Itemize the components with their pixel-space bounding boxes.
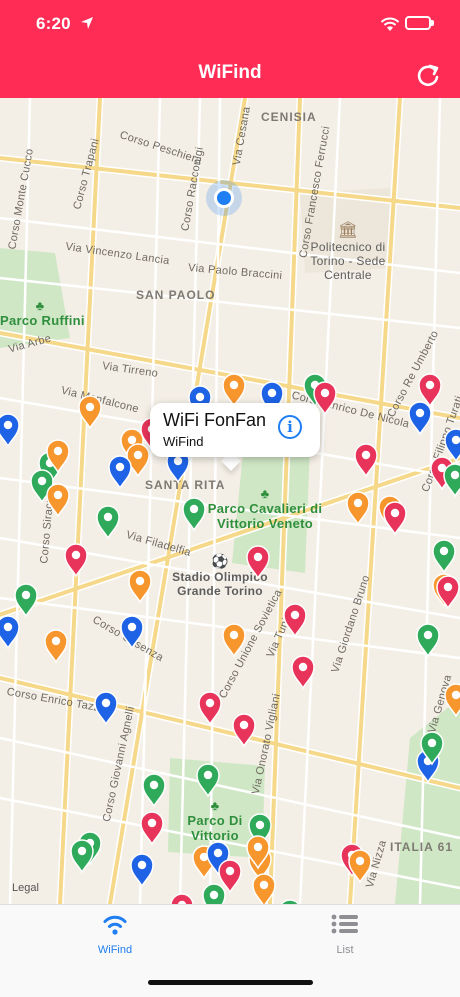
wifi-hotspot-pin[interactable] [444, 683, 460, 718]
wifi-hotspot-pin[interactable] [444, 428, 460, 463]
wifi-hotspot-pin[interactable] [346, 491, 370, 526]
callout-title: WiFi FonFan [163, 410, 267, 430]
pins-layer [0, 373, 460, 904]
legal-link[interactable]: Legal [12, 882, 39, 894]
wifi-hotspot-pin[interactable] [70, 839, 94, 874]
wifi-hotspot-pin[interactable] [198, 691, 222, 726]
status-time: 6:20 [36, 14, 71, 33]
wifi-hotspot-pin[interactable] [408, 401, 432, 436]
wifi-hotspot-pin[interactable] [418, 373, 442, 408]
location-arrow-icon [81, 17, 93, 29]
wifi-hotspot-pin[interactable] [64, 543, 88, 578]
wifi-hotspot-pin[interactable] [130, 853, 154, 888]
wifi-hotspot-pin[interactable] [383, 501, 407, 536]
tab-list[interactable]: List [285, 913, 405, 956]
callout-subtitle: WiFind [163, 434, 204, 449]
wifi-status-icon [380, 17, 400, 31]
wifi-hotspot-pin[interactable] [142, 773, 166, 808]
wifi-hotspot-pin[interactable] [96, 505, 120, 540]
home-indicator [148, 980, 313, 985]
tab-label: WiFind [97, 944, 133, 956]
wifi-hotspot-pin[interactable] [432, 539, 456, 574]
wifi-hotspot-pin[interactable] [140, 811, 164, 846]
wifi-icon [103, 915, 127, 935]
wifi-hotspot-pin[interactable] [252, 873, 276, 904]
wifi-hotspot-pin[interactable] [283, 603, 307, 638]
wifi-hotspot-pin[interactable] [436, 575, 460, 610]
wifi-hotspot-pin[interactable] [128, 569, 152, 604]
tab-wifind[interactable]: WiFind [55, 913, 175, 956]
page-title: WiFind [198, 62, 262, 83]
battery-icon [405, 16, 431, 30]
wifi-hotspot-pin[interactable] [354, 443, 378, 478]
wifi-hotspot-pin[interactable] [246, 545, 270, 580]
wifi-hotspot-pin[interactable] [170, 893, 194, 904]
wifi-hotspot-pin[interactable] [182, 497, 206, 532]
wifi-hotspot-pin[interactable] [232, 713, 256, 748]
list-icon [331, 914, 358, 934]
refresh-icon[interactable] [413, 60, 443, 90]
navigation-bar: 6:20 WiFind [0, 0, 460, 98]
map-view[interactable]: CENISIA SAN PAOLO SANTA RITA ITALIA 61 V… [0, 98, 460, 904]
wifi-callout[interactable]: WiFi FonFan WiFind i [150, 403, 320, 457]
battery-cap [431, 20, 434, 26]
wifi-hotspot-pin[interactable] [196, 763, 220, 798]
wifi-hotspot-pin[interactable] [202, 883, 226, 904]
wifi-hotspot-pin[interactable] [44, 629, 68, 664]
wifi-hotspot-pin[interactable] [0, 413, 20, 448]
wifi-hotspot-pin[interactable] [416, 623, 440, 658]
wifi-hotspot-pin[interactable] [120, 615, 144, 650]
wifi-hotspot-pin[interactable] [78, 395, 102, 430]
wifi-hotspot-pin[interactable] [291, 655, 315, 690]
tab-label: List [336, 944, 354, 956]
wifi-hotspot-pin[interactable] [14, 583, 38, 618]
wifi-hotspot-pin[interactable] [348, 849, 372, 884]
wifi-hotspot-pin[interactable] [46, 483, 70, 518]
wifi-hotspot-pin[interactable] [108, 455, 132, 490]
info-icon[interactable]: i [278, 415, 302, 439]
wifi-hotspot-pin[interactable] [0, 615, 20, 650]
wifi-hotspot-pin[interactable] [222, 623, 246, 658]
wifi-hotspot-pin[interactable] [94, 691, 118, 726]
wifi-hotspot-pin[interactable] [443, 463, 460, 498]
wifi-hotspot-pin[interactable] [222, 373, 246, 408]
